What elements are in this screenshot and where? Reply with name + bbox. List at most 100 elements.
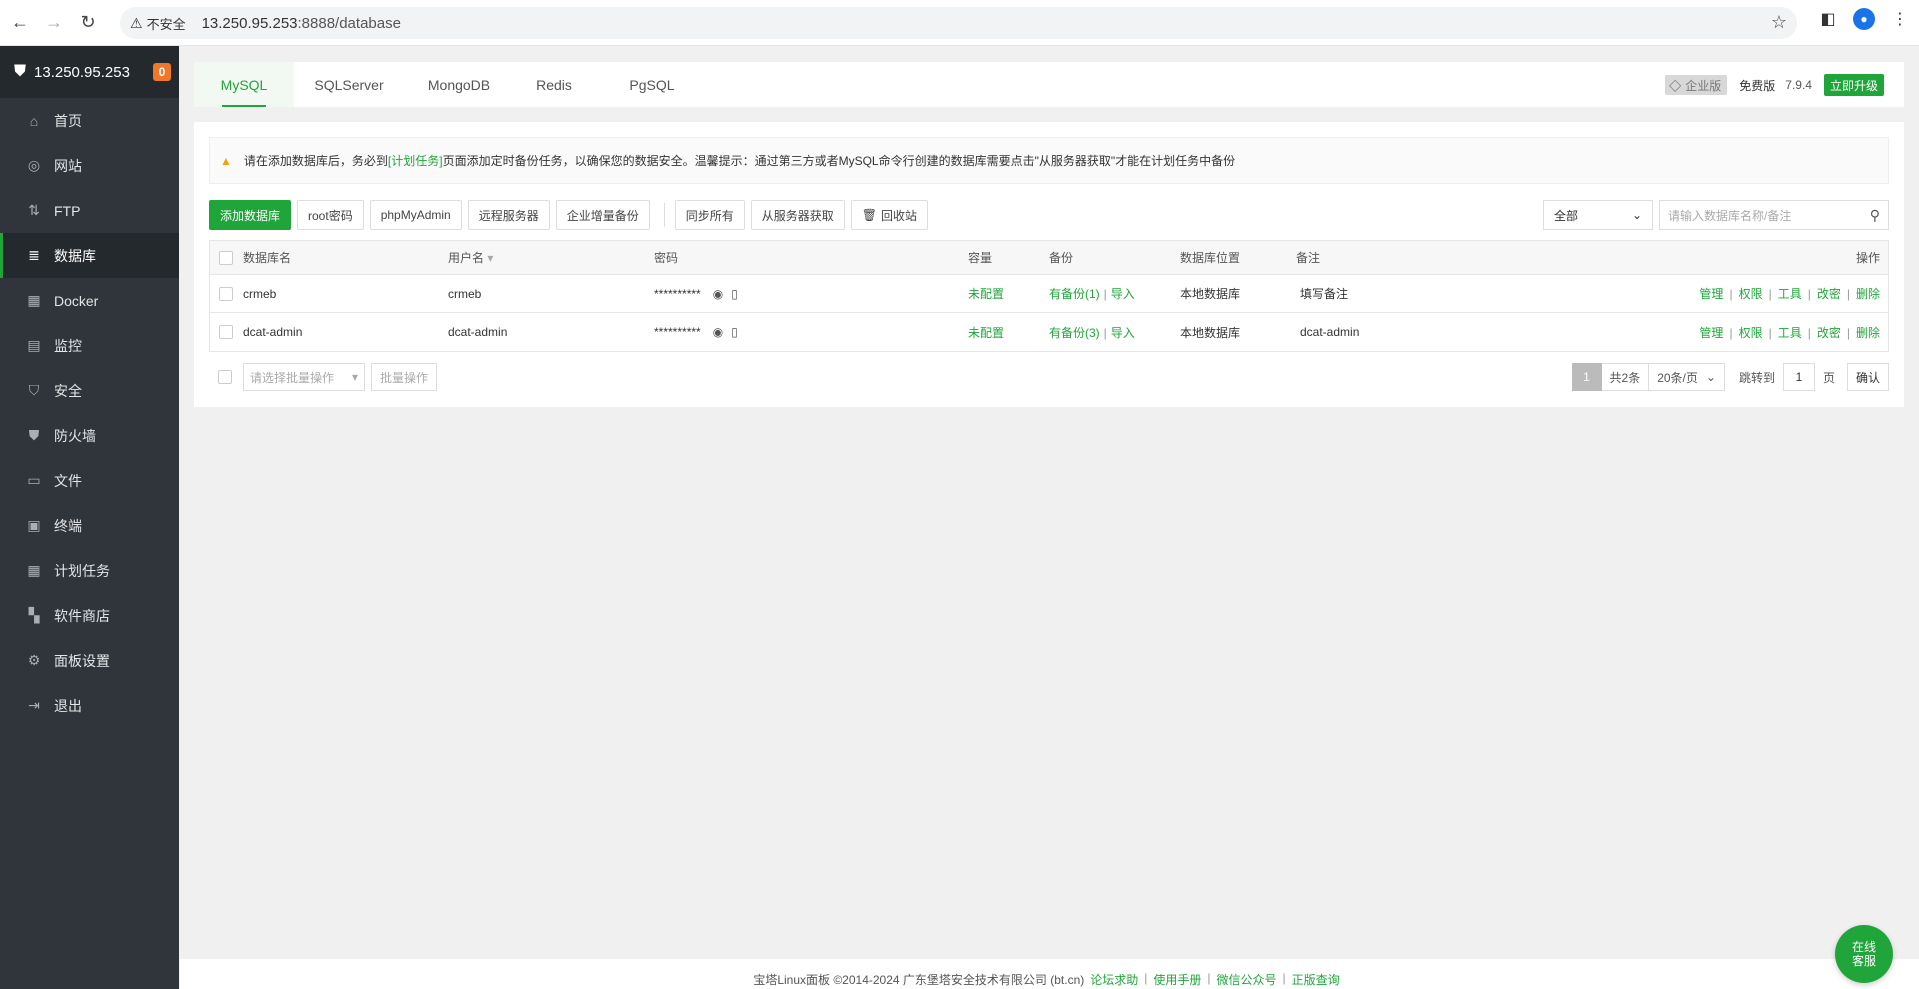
op-link-1[interactable]: 权限 bbox=[1739, 326, 1763, 340]
online-service-button[interactable]: 在线 客服 bbox=[1835, 925, 1893, 983]
sidebar-item-7[interactable]: ⛊ 防火墙 bbox=[0, 413, 179, 458]
sidebar-item-11[interactable]: ▚ 软件商店 bbox=[0, 593, 179, 638]
incremental-backup-button[interactable]: 企业增量备份 bbox=[555, 200, 650, 230]
terminal-icon: ▣ bbox=[27, 517, 41, 533]
op-link-4[interactable]: 删除 bbox=[1856, 326, 1880, 340]
sidebar-item-label: 首页 bbox=[54, 112, 82, 129]
op-link-1[interactable]: 权限 bbox=[1739, 287, 1763, 301]
capacity-link[interactable]: 未配置 bbox=[968, 324, 1004, 341]
recycle-bin-button[interactable]: 🗑 回收站 bbox=[850, 200, 929, 230]
search-placeholder: 请输入数据库名称/备注 bbox=[1668, 208, 1792, 223]
backup-link[interactable]: 有备份(1) bbox=[1049, 287, 1100, 301]
op-link-3[interactable]: 改密 bbox=[1817, 326, 1841, 340]
separator: | bbox=[1103, 325, 1107, 340]
footer-link-license[interactable]: 正版查询 bbox=[1292, 971, 1340, 988]
op-link-2[interactable]: 工具 bbox=[1778, 326, 1802, 340]
db-password-masked: ********** bbox=[654, 325, 701, 339]
monitor-icon: ▤ bbox=[27, 337, 41, 353]
apps-icon: ▚ bbox=[28, 607, 40, 623]
sidebar-item-0[interactable]: ⌂ 首页 bbox=[0, 98, 179, 143]
op-link-4[interactable]: 删除 bbox=[1856, 287, 1880, 301]
profile-avatar-icon[interactable]: ● bbox=[1853, 8, 1875, 30]
cron-task-link[interactable]: [计划任务] bbox=[388, 152, 443, 169]
capacity-link[interactable]: 未配置 bbox=[968, 285, 1004, 302]
op-link-2[interactable]: 工具 bbox=[1778, 287, 1802, 301]
bookmark-star-icon[interactable]: ☆ bbox=[1771, 12, 1787, 33]
enterprise-badge[interactable]: ◇ 企业版 bbox=[1664, 75, 1728, 95]
remote-server-button[interactable]: 远程服务器 bbox=[467, 200, 550, 230]
eye-icon[interactable]: ◉ bbox=[713, 287, 723, 301]
sidebar-item-10[interactable]: ▦ 计划任务 bbox=[0, 548, 179, 593]
sidebar-item-13[interactable]: ⇥ 退出 bbox=[0, 683, 179, 728]
sidebar-item-3[interactable]: ≣ 数据库 bbox=[0, 233, 179, 278]
backup-link[interactable]: 有备份(3) bbox=[1049, 326, 1100, 340]
side-panel-icon[interactable]: ◧ bbox=[1817, 8, 1839, 30]
phpmyadmin-button[interactable]: phpMyAdmin bbox=[369, 200, 462, 230]
footer-link-forum[interactable]: 论坛求助 bbox=[1090, 971, 1138, 988]
select-all-checkbox[interactable] bbox=[219, 250, 233, 265]
db-name: crmeb bbox=[243, 286, 277, 301]
row-checkbox[interactable] bbox=[219, 325, 233, 339]
sidebar-item-12[interactable]: ⚙ 面板设置 bbox=[0, 638, 179, 683]
jump-confirm-button[interactable]: 确认 bbox=[1846, 363, 1889, 391]
header-user[interactable]: 用户名 ▾ bbox=[448, 249, 493, 266]
notification-badge[interactable]: 0 bbox=[153, 63, 171, 81]
sidebar-item-label: 监控 bbox=[54, 337, 82, 354]
remark-field[interactable]: 填写备注 bbox=[1300, 285, 1348, 302]
sidebar-item-label: 防火墙 bbox=[54, 427, 96, 444]
search-input[interactable]: 请输入数据库名称/备注 ⚲ bbox=[1659, 200, 1889, 230]
sidebar-item-label: 文件 bbox=[54, 472, 82, 489]
chevron-down-icon: ▾ bbox=[351, 370, 358, 384]
page-size-select[interactable]: 20条/页 ⌄ bbox=[1649, 363, 1725, 391]
sidebar-item-2[interactable]: ⇅ FTP bbox=[0, 188, 179, 233]
db-name: dcat-admin bbox=[243, 325, 303, 339]
batch-operation-select[interactable]: 请选择批量操作 ▾ bbox=[243, 363, 365, 391]
batch-select-checkbox[interactable] bbox=[218, 370, 232, 384]
free-edition-label: 免费版 bbox=[1739, 78, 1776, 93]
row-checkbox[interactable] bbox=[219, 286, 233, 301]
remark-field[interactable]: dcat-admin bbox=[1300, 325, 1359, 339]
tab-mongodb[interactable]: MongoDB bbox=[404, 62, 514, 107]
separator: | bbox=[1729, 287, 1733, 301]
security-indicator[interactable]: ⚠ 不安全 bbox=[130, 14, 196, 33]
fetch-from-server-button[interactable]: 从服务器获取 bbox=[750, 200, 845, 230]
tab-pgsql[interactable]: PgSQL bbox=[594, 62, 710, 107]
forward-icon[interactable]: → bbox=[40, 9, 68, 37]
address-bar[interactable]: ⚠ 不安全 13.250.95.253:8888/database ☆ bbox=[120, 7, 1797, 39]
sidebar-item-6[interactable]: ⛉ 安全 bbox=[0, 368, 179, 413]
tab-redis[interactable]: Redis bbox=[514, 62, 594, 107]
sidebar-item-4[interactable]: ▦ Docker bbox=[0, 278, 179, 323]
import-link[interactable]: 导入 bbox=[1111, 287, 1135, 301]
server-header[interactable]: ⛊ 13.250.95.253 0 bbox=[0, 46, 179, 98]
footer-link-wechat[interactable]: 微信公众号 bbox=[1217, 971, 1277, 988]
back-icon[interactable]: ← bbox=[6, 9, 34, 37]
copy-icon[interactable]: ▯ bbox=[731, 325, 738, 339]
search-icon[interactable]: ⚲ bbox=[1870, 207, 1880, 224]
filter-select[interactable]: 全部 ⌄ bbox=[1543, 200, 1653, 230]
tab-sqlserver[interactable]: SQLServer bbox=[294, 62, 404, 107]
reload-icon[interactable]: ↻ bbox=[74, 9, 102, 37]
op-link-0[interactable]: 管理 bbox=[1699, 326, 1723, 340]
footer-link-manual[interactable]: 使用手册 bbox=[1153, 971, 1201, 988]
home-icon: ⌂ bbox=[29, 112, 39, 129]
url-text[interactable]: 13.250.95.253:8888/database bbox=[202, 15, 401, 32]
copy-icon[interactable]: ▯ bbox=[731, 287, 738, 301]
batch-operation-button[interactable]: 批量操作 bbox=[371, 363, 438, 391]
tab-mysql[interactable]: MySQL bbox=[194, 62, 294, 107]
eye-icon[interactable]: ◉ bbox=[713, 325, 723, 339]
page-current[interactable]: 1 bbox=[1571, 363, 1602, 391]
upgrade-button[interactable]: 立即升级 bbox=[1823, 74, 1884, 96]
add-database-button[interactable]: 添加数据库 bbox=[209, 200, 292, 230]
sync-all-button[interactable]: 同步所有 bbox=[674, 200, 745, 230]
sidebar-item-1[interactable]: ◎ 网站 bbox=[0, 143, 179, 188]
enterprise-label: 企业版 bbox=[1685, 78, 1722, 93]
menu-dots-icon[interactable]: ⋮ bbox=[1889, 8, 1911, 30]
root-password-button[interactable]: root密码 bbox=[297, 200, 364, 230]
sidebar-item-5[interactable]: ▤ 监控 bbox=[0, 323, 179, 368]
op-link-0[interactable]: 管理 bbox=[1699, 287, 1723, 301]
jump-page-input[interactable]: 1 bbox=[1782, 363, 1815, 391]
import-link[interactable]: 导入 bbox=[1111, 326, 1135, 340]
sidebar-item-9[interactable]: ▣ 终端 bbox=[0, 503, 179, 548]
op-link-3[interactable]: 改密 bbox=[1817, 287, 1841, 301]
sidebar-item-8[interactable]: ▭ 文件 bbox=[0, 458, 179, 503]
